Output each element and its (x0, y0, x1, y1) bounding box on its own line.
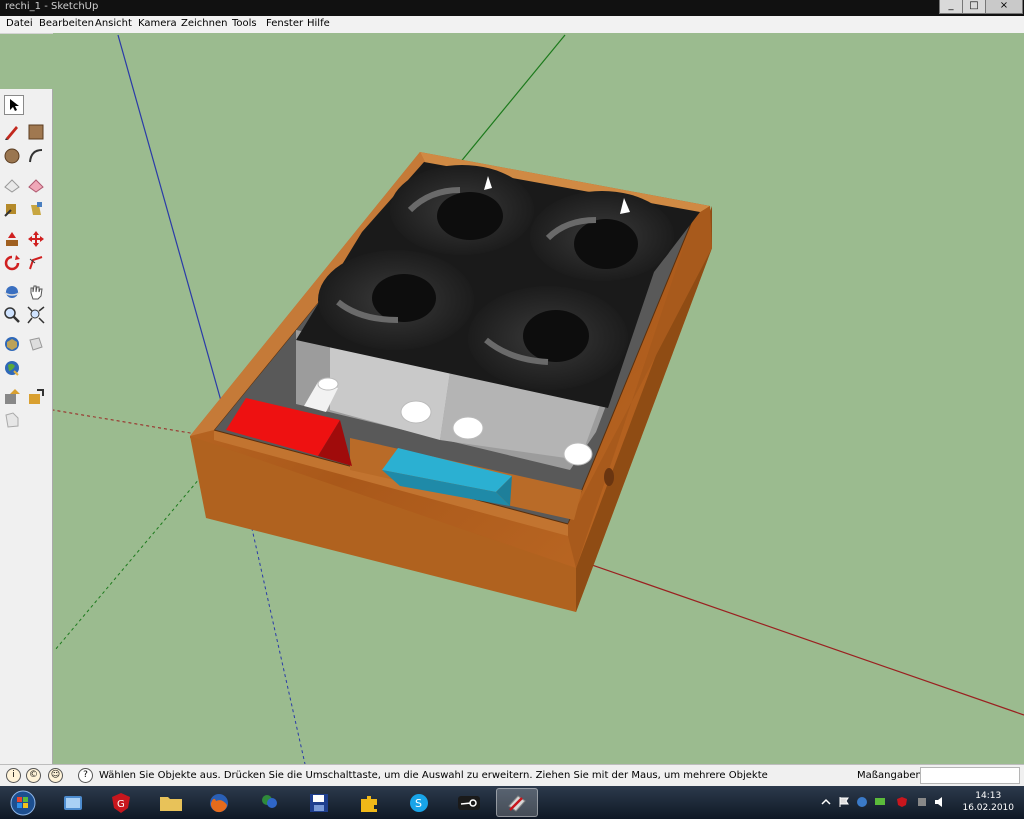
rotate-tool-icon[interactable] (2, 253, 22, 273)
paint-bucket-alt-icon[interactable] (26, 199, 46, 219)
pan-tool-icon[interactable] (26, 282, 46, 302)
menu-tools[interactable]: Tools (232, 18, 257, 29)
windows-explorer-icon[interactable] (52, 788, 94, 817)
steam-icon[interactable] (448, 788, 490, 817)
menu-bearbeiten[interactable]: Bearbeiten (39, 18, 94, 29)
model-view (53, 33, 1024, 764)
firefox-icon[interactable] (198, 788, 240, 817)
tray-volume-icon[interactable] (934, 796, 946, 808)
tape-measure-tool-icon[interactable] (2, 199, 22, 219)
system-clock[interactable]: 14:13 16.02.2010 (962, 790, 1014, 814)
skype-icon[interactable]: S (398, 788, 440, 817)
menu-ansicht[interactable]: Ansicht (95, 18, 132, 29)
menu-hilfe[interactable]: Hilfe (307, 18, 330, 29)
eraser-tool-icon[interactable] (2, 175, 22, 195)
move-tool-icon[interactable] (26, 229, 46, 249)
maximize-button[interactable]: □ (962, 0, 986, 14)
arc-tool-icon[interactable] (26, 146, 46, 166)
sketchup-icon[interactable] (496, 788, 538, 817)
fan-3 (318, 250, 474, 350)
select-tool-icon[interactable] (4, 95, 24, 115)
fan-1 (390, 165, 534, 255)
clock-date: 16.02.2010 (962, 803, 1014, 813)
zoom-tool-icon[interactable] (2, 305, 22, 325)
status-hint: Wählen Sie Objekte aus. Drücken Sie die … (99, 770, 768, 781)
close-button[interactable]: × (985, 0, 1023, 14)
push-pull-tool-icon[interactable] (2, 229, 22, 249)
components-icon[interactable] (26, 334, 46, 354)
antivirus-icon[interactable]: G (100, 788, 142, 817)
tray-connection-icon[interactable] (916, 796, 928, 808)
fan-2 (530, 191, 674, 281)
orbit-tool-icon[interactable] (2, 282, 22, 302)
menu-fenster[interactable]: Fenster (266, 18, 303, 29)
menu-bar: Datei Bearbeiten Ansicht Kamera Zeichnen… (0, 16, 1024, 34)
svg-text:G: G (117, 799, 125, 810)
circle-tool-icon[interactable] (2, 146, 22, 166)
folder-icon[interactable] (150, 788, 192, 817)
messenger-icon[interactable] (248, 788, 290, 817)
rectangle-tool-icon[interactable] (26, 122, 46, 142)
title-bar: rechi_1 - SketchUp _ □ × (0, 0, 1024, 16)
menu-kamera[interactable]: Kamera (138, 18, 177, 29)
follow-me-tool-icon[interactable] (26, 253, 46, 273)
drawing-viewport[interactable] (53, 33, 1024, 764)
save-disk-icon[interactable] (298, 788, 340, 817)
fan-4 (468, 286, 628, 390)
puzzle-app-icon[interactable] (348, 788, 390, 817)
start-button-icon[interactable] (2, 788, 44, 817)
tray-network-icon[interactable] (856, 796, 868, 808)
status-bar: i © ☺ ? Wählen Sie Objekte aus. Drücken … (0, 764, 1024, 787)
windows-taskbar: G S 14:13 16.02.2010 (0, 786, 1024, 819)
menu-datei[interactable]: Datei (6, 18, 33, 29)
geo-location-icon[interactable]: i (6, 768, 21, 783)
user-icon[interactable]: ☺ (48, 768, 63, 783)
menu-zeichnen[interactable]: Zeichnen (181, 18, 227, 29)
clock-time: 14:13 (975, 791, 1002, 801)
help-icon[interactable]: ? (78, 768, 93, 783)
measurements-label: Maßangaben (857, 770, 922, 781)
pencil-tool-icon[interactable] (2, 122, 22, 142)
measurements-input[interactable] (920, 767, 1020, 784)
tool-palette (0, 89, 53, 764)
tray-shield-icon[interactable] (896, 796, 908, 808)
cable-hole (604, 468, 614, 486)
google-earth-icon[interactable] (2, 358, 22, 378)
tray-flag-icon[interactable] (838, 796, 850, 808)
get-model-icon[interactable] (26, 387, 46, 407)
share-model-icon[interactable] (2, 410, 22, 430)
svg-text:S: S (415, 797, 422, 810)
zoom-extents-tool-icon[interactable] (26, 305, 46, 325)
credits-icon[interactable]: © (26, 768, 41, 783)
minimize-button[interactable]: _ (939, 0, 963, 14)
window-title: rechi_1 - SketchUp (5, 1, 99, 12)
3d-warehouse-icon[interactable] (2, 334, 22, 354)
tray-arrow-icon[interactable] (820, 796, 832, 808)
tray-monitor-icon[interactable] (874, 796, 886, 808)
add-location-icon[interactable] (2, 387, 22, 407)
paint-bucket-tool-icon[interactable] (26, 175, 46, 195)
